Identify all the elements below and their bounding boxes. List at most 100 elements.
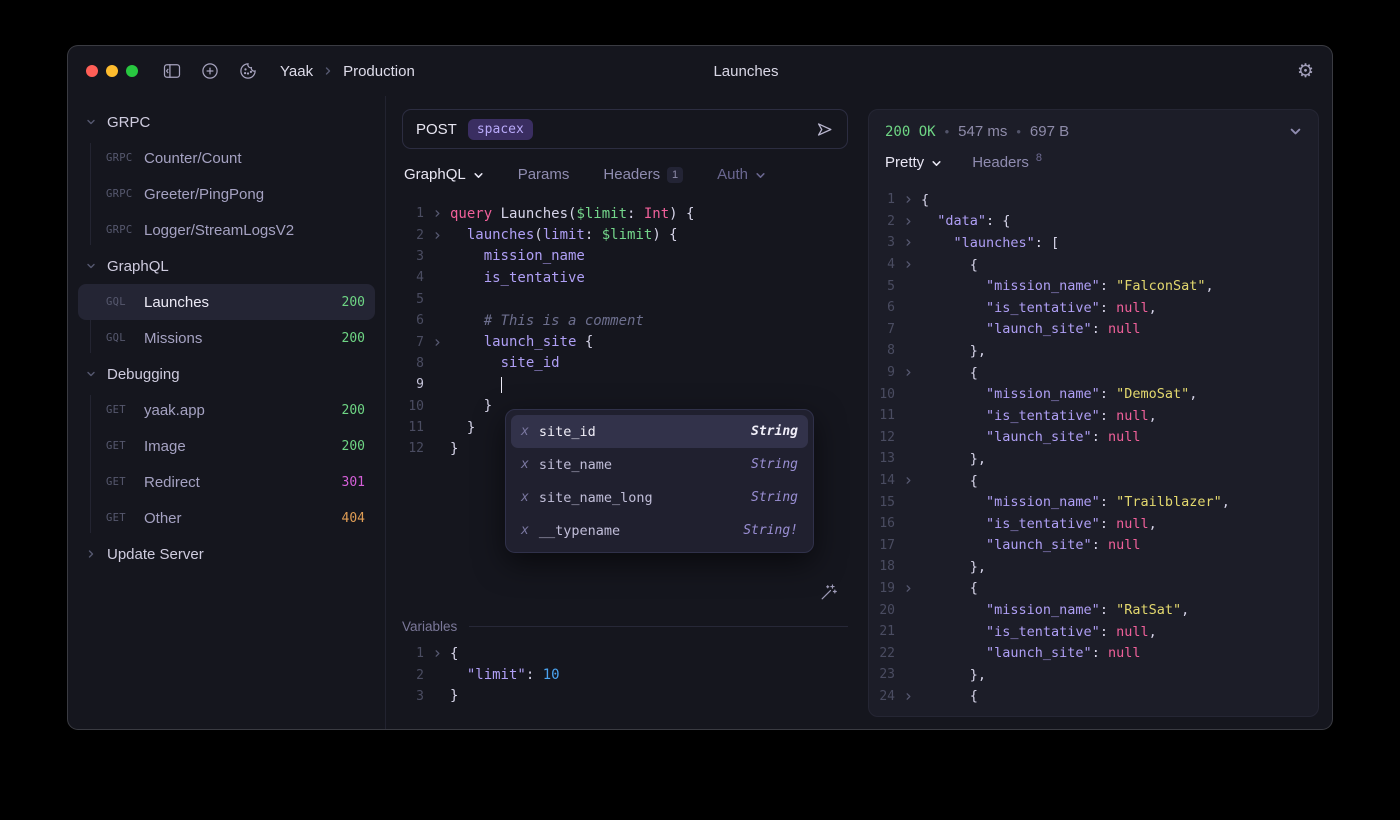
fold-chevron-icon[interactable] <box>895 368 921 377</box>
send-request-icon[interactable] <box>815 120 834 139</box>
line-number: 9 <box>402 377 424 392</box>
line-number: 2 <box>402 668 424 683</box>
format-wand-icon[interactable] <box>819 583 838 602</box>
response-tab-pretty[interactable]: Pretty <box>885 154 942 171</box>
status-code-badge: 301 <box>342 475 365 490</box>
status-code-badge: 200 <box>342 439 365 454</box>
response-menu-chevron-icon[interactable] <box>1289 125 1302 138</box>
chevron-right-icon <box>86 549 98 559</box>
window-controls <box>86 65 138 77</box>
variables-editor[interactable]: 1{2"limit": 103} <box>402 643 848 707</box>
sidebar-item-launches[interactable]: GQLLaunches200 <box>78 284 375 320</box>
code-text: { <box>921 688 978 704</box>
fold-chevron-icon[interactable] <box>895 217 921 226</box>
fold-chevron-icon[interactable] <box>895 584 921 593</box>
code-line: 13}, <box>869 448 1318 470</box>
breadcrumb-workspace[interactable]: Yaak <box>280 63 313 80</box>
code-line: 8}, <box>869 340 1318 362</box>
request-tab-auth[interactable]: Auth <box>717 166 766 183</box>
fold-chevron-icon[interactable] <box>895 238 921 247</box>
settings-gear-icon[interactable]: ⚙︎ <box>1297 62 1314 81</box>
sidebar-group-graphql[interactable]: GraphQL <box>78 248 375 284</box>
sidebar-item-counter-count[interactable]: GRPCCounter/Count <box>78 140 375 176</box>
response-tab-headers[interactable]: Headers 8 <box>972 154 1042 171</box>
response-time: 547 ms <box>958 123 1007 140</box>
request-name: Missions <box>144 330 202 347</box>
breadcrumb: Yaak Production <box>280 63 415 80</box>
fold-chevron-icon[interactable] <box>895 195 921 204</box>
code-text: { <box>921 473 978 489</box>
sidebar-item-yaak-app[interactable]: GETyaak.app200 <box>78 392 375 428</box>
add-request-icon[interactable] <box>200 61 220 81</box>
line-number: 1 <box>869 192 895 207</box>
request-tab-graphql[interactable]: GraphQL <box>404 166 484 183</box>
code-text: "limit": 10 <box>450 667 560 683</box>
code-line: 21"is_tentative": null, <box>869 621 1318 643</box>
status-code-badge: 404 <box>342 511 365 526</box>
divider <box>469 626 848 627</box>
request-tabs: GraphQL Params Headers1 Auth <box>402 149 848 195</box>
fold-chevron-icon[interactable] <box>895 692 921 701</box>
zoom-window-button[interactable] <box>126 65 138 77</box>
code-text: # This is a comment <box>450 313 644 329</box>
line-number: 20 <box>869 603 895 618</box>
response-size: 697 B <box>1030 123 1069 140</box>
line-number: 5 <box>402 292 424 307</box>
fold-chevron-icon[interactable] <box>895 476 921 485</box>
request-pane: POST spacex GraphQLParamsHeaders1Auth 1q… <box>386 96 860 729</box>
sidebar-item-greeter-pingpong[interactable]: GRPCGreeter/PingPong <box>78 176 375 212</box>
sidebar-toggle-icon[interactable] <box>162 61 182 81</box>
suggestion-label: __typename <box>539 523 620 539</box>
request-tab-headers[interactable]: Headers1 <box>603 166 683 183</box>
response-tabs: Pretty Headers 8 <box>869 144 1318 177</box>
sidebar-item-logger-streamlogsv2[interactable]: GRPCLogger/StreamLogsV2 <box>78 212 375 248</box>
fold-chevron-icon[interactable] <box>424 231 450 240</box>
code-line: 19{ <box>869 578 1318 600</box>
tab-count-superscript: 8 <box>1036 152 1042 164</box>
autocomplete-item--typename[interactable]: x__typenameString! <box>511 514 808 547</box>
method-tag: GQL <box>106 332 144 344</box>
minimize-window-button[interactable] <box>106 65 118 77</box>
line-number: 4 <box>402 270 424 285</box>
autocomplete-item-site-name-long[interactable]: xsite_name_longString <box>511 481 808 514</box>
autocomplete-item-site-id[interactable]: xsite_idString <box>511 415 808 448</box>
sidebar-group-grpc[interactable]: GRPC <box>78 104 375 140</box>
code-line: 22"launch_site": null <box>869 642 1318 664</box>
code-text: { <box>921 580 978 596</box>
code-text: "mission_name": "DemoSat", <box>921 386 1197 402</box>
tab-label: Headers <box>972 154 1029 171</box>
request-tab-params[interactable]: Params <box>518 166 570 183</box>
sidebar-item-redirect[interactable]: GETRedirect301 <box>78 464 375 500</box>
fold-chevron-icon[interactable] <box>424 338 450 347</box>
autocomplete-item-site-name[interactable]: xsite_nameString <box>511 448 808 481</box>
line-number: 11 <box>869 408 895 423</box>
close-window-button[interactable] <box>86 65 98 77</box>
sidebar-item-missions[interactable]: GQLMissions200 <box>78 320 375 356</box>
code-line: 2launches(limit: $limit) { <box>402 224 848 245</box>
line-number: 6 <box>402 313 424 328</box>
request-name: Launches <box>144 294 209 311</box>
fold-chevron-icon[interactable] <box>895 260 921 269</box>
status-code-badge: 200 <box>342 403 365 418</box>
cookie-icon[interactable] <box>238 61 258 81</box>
method-tag: GET <box>106 476 144 488</box>
url-bar[interactable]: POST spacex <box>402 109 848 149</box>
line-number: 1 <box>402 646 424 661</box>
fold-chevron-icon[interactable] <box>424 649 450 658</box>
response-body-viewer[interactable]: 1{2"data": {3"launches": [4{5"mission_na… <box>869 189 1318 707</box>
autocomplete-popup: xsite_idStringxsite_nameStringxsite_name… <box>505 409 814 553</box>
chevron-down-icon <box>931 156 942 169</box>
code-line: 6"is_tentative": null, <box>869 297 1318 319</box>
breadcrumb-environment[interactable]: Production <box>343 63 415 80</box>
separator-dot: • <box>1016 124 1021 139</box>
request-method: POST <box>416 121 457 138</box>
sidebar-group-items: GETyaak.app200GETImage200GETRedirect301G… <box>78 392 375 536</box>
sidebar-item-other[interactable]: GETOther404 <box>78 500 375 536</box>
code-text: launch_site { <box>450 334 593 350</box>
fold-chevron-icon[interactable] <box>424 209 450 218</box>
code-line: 12"launch_site": null <box>869 427 1318 449</box>
sidebar-group-debugging[interactable]: Debugging <box>78 356 375 392</box>
line-number: 7 <box>869 322 895 337</box>
sidebar-item-image[interactable]: GETImage200 <box>78 428 375 464</box>
sidebar-group-update-server[interactable]: Update Server <box>78 536 375 572</box>
